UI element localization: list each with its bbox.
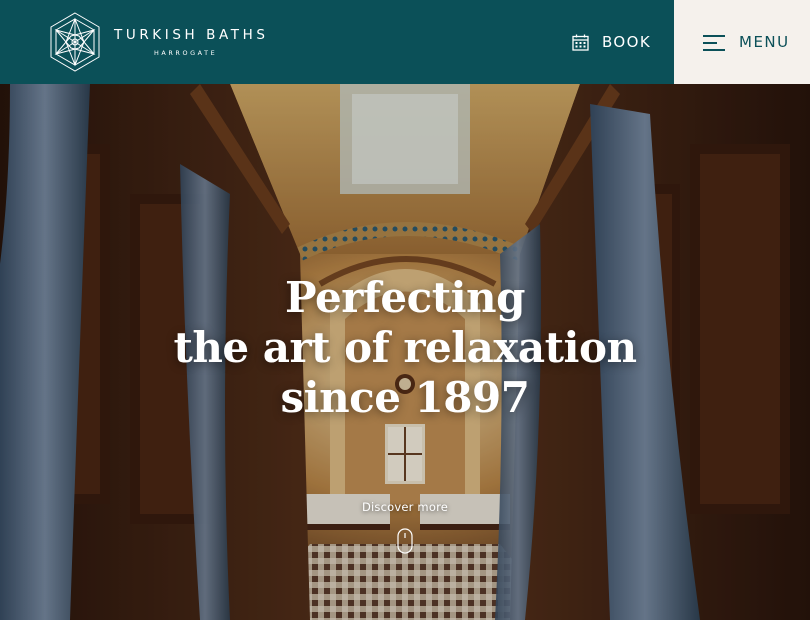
site-logo[interactable]: TURKISH BATHS HARROGATE xyxy=(46,11,265,73)
hero-headline: Perfecting the art of relaxation since 1… xyxy=(0,273,810,423)
site-header: TURKISH BATHS HARROGATE BOOK MENU xyxy=(0,0,810,84)
hero-section: Perfecting the art of relaxation since 1… xyxy=(0,84,810,620)
hero-headline-line-2: the art of relaxation xyxy=(173,323,637,372)
menu-button[interactable]: MENU xyxy=(674,0,810,84)
book-label: BOOK xyxy=(602,33,652,51)
book-button[interactable]: BOOK xyxy=(572,33,651,51)
logo-subtitle: HARROGATE xyxy=(154,49,218,57)
logo-title: TURKISH BATHS xyxy=(114,27,269,43)
discover-more-link[interactable]: Discover more xyxy=(0,500,810,514)
geometric-star-icon xyxy=(50,12,100,72)
mouse-scroll-icon[interactable] xyxy=(397,528,413,554)
calendar-icon xyxy=(572,34,589,51)
hero-headline-line-3: since 1897 xyxy=(280,373,530,422)
hero-headline-line-1: Perfecting xyxy=(285,273,525,322)
menu-label: MENU xyxy=(739,33,790,51)
hamburger-icon xyxy=(703,35,725,51)
logo-text: TURKISH BATHS HARROGATE xyxy=(114,27,269,57)
